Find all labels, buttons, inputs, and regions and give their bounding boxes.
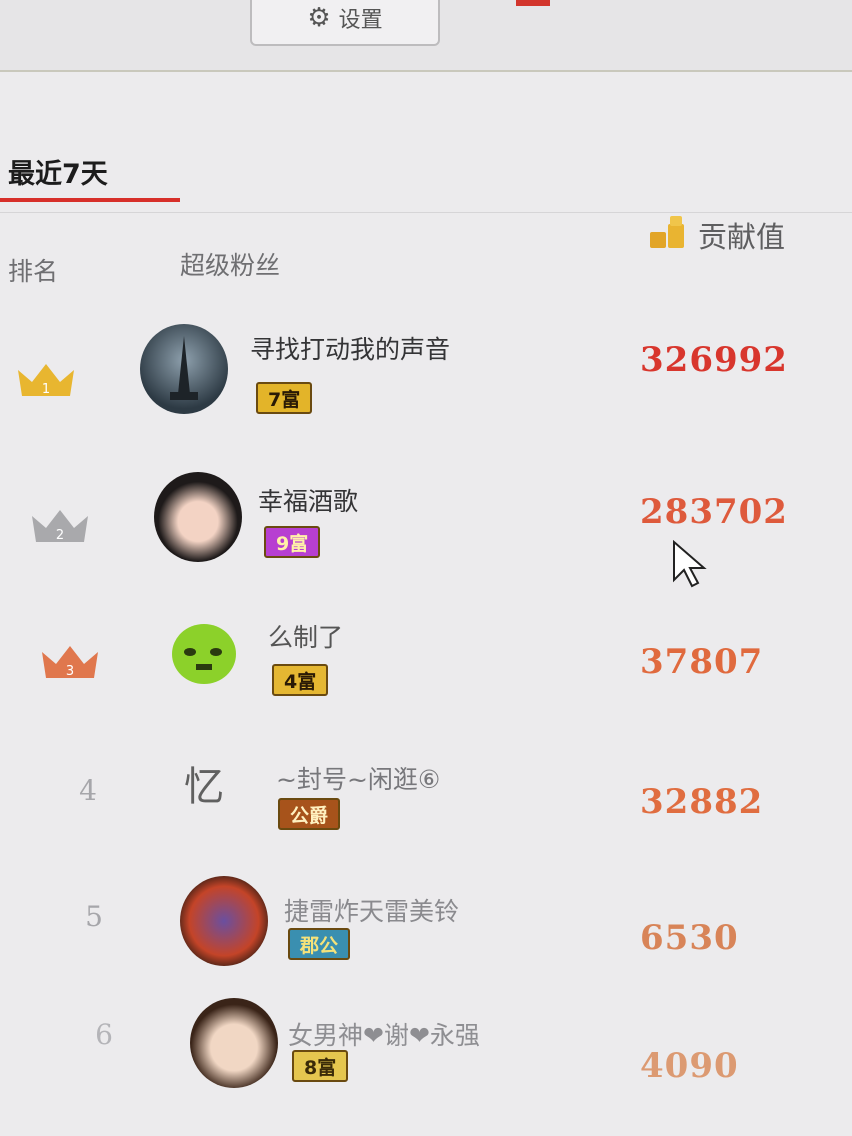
avatar[interactable]: 忆 — [174, 748, 262, 838]
level-badge: 9富 — [264, 526, 321, 558]
contribution-value: 283702 — [640, 492, 788, 532]
level-badge: 8富 — [292, 1050, 349, 1082]
ranking-row[interactable]: 6 女男神❤谢❤永强 8富 4090 — [0, 996, 852, 1136]
svg-text:忆: 忆 — [184, 764, 224, 810]
level-badge: 4富 — [272, 664, 329, 696]
ranking-row[interactable]: 5 捷雷炸天雷美铃 郡公 6530 — [0, 876, 852, 1016]
rank-number: 5 — [85, 899, 103, 933]
contribution-value: 32882 — [640, 782, 764, 822]
column-header-fan: 超级粉丝 — [180, 251, 281, 280]
tab-recent-7-days[interactable]: 最近7天 — [8, 152, 108, 191]
svg-text:2: 2 — [56, 528, 64, 543]
active-tab-underline — [0, 198, 180, 202]
svg-text:1: 1 — [42, 382, 50, 397]
fan-name[interactable]: 么制了 — [268, 618, 343, 654]
coins-icon — [650, 216, 684, 248]
avatar[interactable] — [190, 998, 278, 1088]
avatar[interactable] — [180, 876, 268, 966]
fan-name[interactable]: 幸福酒歌 — [258, 482, 358, 518]
settings-button[interactable]: ⚙ 设置 — [250, 0, 440, 46]
rank-number: 6 — [95, 1017, 113, 1051]
ranking-row[interactable]: 3 么制了 4富 37807 — [0, 616, 852, 756]
red-indicator — [516, 0, 550, 6]
mouse-pointer-icon — [673, 540, 707, 588]
column-header-rank: 排名 — [8, 257, 59, 286]
gold-crown-icon: 1 — [14, 360, 78, 400]
level-badge: 郡公 — [288, 928, 351, 960]
contribution-value: 326992 — [640, 340, 788, 380]
settings-button-label: 设置 — [338, 8, 383, 33]
fan-name[interactable]: 寻找打动我的声音 — [250, 330, 450, 366]
avatar[interactable] — [154, 472, 242, 562]
level-badge: 7富 — [256, 382, 313, 414]
contribution-value: 6530 — [640, 918, 739, 958]
level-badge: 公爵 — [278, 798, 341, 830]
fan-name[interactable]: ~封号~闲逛⑥ — [276, 760, 440, 796]
top-toolbar: ⚙ 设置 — [0, 0, 852, 72]
ranking-row[interactable]: 4 忆 ~封号~闲逛⑥ 公爵 32882 — [0, 748, 852, 892]
gear-icon: ⚙ — [307, 3, 331, 33]
contribution-value: 37807 — [640, 642, 764, 682]
column-header-contribution: 贡献值 — [698, 220, 786, 254]
fan-name[interactable]: 女男神❤谢❤永强 — [288, 1016, 480, 1052]
avatar[interactable] — [140, 324, 228, 414]
fan-name[interactable]: 捷雷炸天雷美铃 — [284, 892, 459, 928]
silver-crown-icon: 2 — [28, 506, 92, 546]
ranking-row[interactable]: 1 寻找打动我的声音 7富 326992 — [0, 324, 852, 470]
bronze-crown-icon: 3 — [38, 642, 102, 682]
ranking-row[interactable]: 2 幸福酒歌 9富 283702 — [0, 472, 852, 614]
svg-text:3: 3 — [66, 664, 74, 679]
avatar[interactable] — [166, 616, 254, 706]
contribution-value: 4090 — [640, 1046, 739, 1086]
rank-number: 4 — [79, 773, 97, 807]
tab-bar: 最近7天 — [0, 140, 852, 213]
